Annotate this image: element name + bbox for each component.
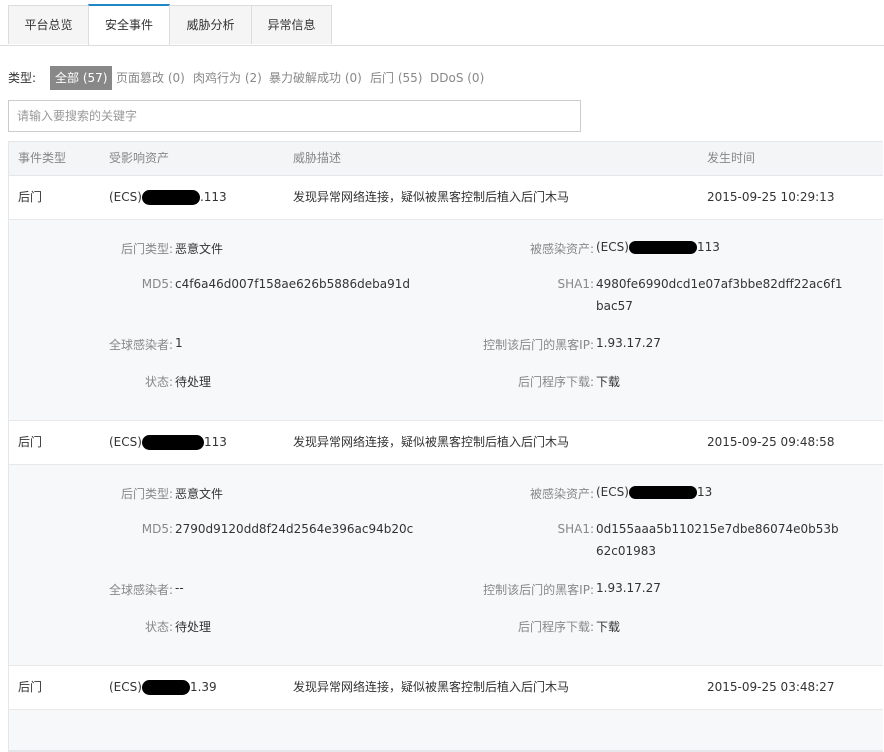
detail-label-md5: MD5:	[141, 522, 173, 536]
detail-label-infected-asset: 被感染资产:	[529, 242, 594, 256]
table-row[interactable]: 后门 (ECS) .113 发现异常网络连接，疑似被黑客控制后植入后门木马 201…	[9, 176, 883, 220]
threat-desc: 发现异常网络连接，疑似被黑客控制后植入后门木马	[293, 421, 569, 464]
detail-global-infected: 1	[175, 336, 183, 350]
detail-status: 待处理	[175, 620, 212, 634]
event-detail: 后门类型: 恶意文件 被感染资产: (ECS) 113 MD5: c4f6a46d…	[9, 220, 883, 421]
threat-desc: 发现异常网络连接，疑似被黑客控制后植入后门木马	[293, 176, 569, 219]
asset-suffix: .113	[199, 190, 227, 204]
detail-label-download: 后门程序下载:	[517, 620, 594, 634]
infected-asset-suffix: 113	[696, 240, 720, 254]
abnormal-connection-link[interactable]: 异常网络连接	[317, 680, 389, 694]
detail-label-hacker-ip: 控制该后门的黑客IP:	[483, 338, 594, 352]
abnormal-connection-link[interactable]: 异常网络连接	[317, 435, 389, 449]
event-time: 2015-09-25 09:48:58	[707, 435, 835, 449]
detail-label-global-infected: 全球感染者:	[108, 338, 173, 352]
detail-label-backdoor-type: 后门类型:	[120, 487, 173, 501]
detail-status: 待处理	[175, 375, 212, 389]
affected-asset: (ECS) .113	[109, 176, 227, 219]
detail-label-backdoor-type: 后门类型:	[120, 242, 173, 256]
detail-backdoor-type: 恶意文件	[175, 487, 224, 501]
desc-pre: 发现	[293, 435, 318, 449]
abnormal-connection-link[interactable]: 异常网络连接	[317, 190, 389, 204]
header-event-type: 事件类型	[18, 151, 67, 165]
event-time: 2015-09-25 10:29:13	[707, 190, 835, 204]
affected-asset: (ECS) 1.39	[109, 666, 217, 709]
desc-post: ，疑似被黑客控制后植入后门木马	[389, 680, 570, 694]
events-table: 事件类型 受影响资产 威胁描述 发生时间 后门 (ECS) .113 发现异常网络…	[8, 141, 883, 752]
infected-asset-suffix: 13	[696, 485, 713, 499]
detail-label-md5: MD5:	[141, 277, 173, 291]
event-detail	[9, 710, 883, 751]
detail-md5: 2790d9120dd8f24d2564e396ac94b20c	[175, 522, 414, 536]
filter-page-tamper[interactable]: 页面篡改 (0)	[116, 66, 185, 90]
detail-backdoor-type: 恶意文件	[175, 242, 224, 256]
detail-global-infected: --	[175, 581, 184, 595]
detail-infected-asset: (ECS) 113	[596, 240, 720, 254]
tab-security-events[interactable]: 安全事件	[88, 4, 170, 45]
desc-pre: 发现	[293, 680, 318, 694]
event-type: 后门	[18, 680, 43, 694]
table-row[interactable]: 后门 (ECS) 113 发现异常网络连接，疑似被黑客控制后植入后门木马 2015…	[9, 421, 883, 465]
detail-infected-asset: (ECS) 13	[596, 485, 712, 499]
detail-label-status: 状态:	[144, 620, 173, 634]
event-type: 后门	[18, 435, 43, 449]
download-link[interactable]: 下载	[596, 373, 620, 390]
tab-threat-analysis[interactable]: 威胁分析	[169, 5, 252, 44]
event-type: 后门	[18, 190, 43, 204]
detail-md5: c4f6a46d007f158ae626b5886deba91d	[175, 277, 411, 291]
event-time: 2015-09-25 03:48:27	[707, 680, 835, 694]
asset-suffix: 1.39	[189, 680, 217, 694]
detail-hacker-ip: 1.93.17.27	[596, 581, 661, 595]
detail-label-global-infected: 全球感染者:	[108, 583, 173, 597]
asset-suffix: 113	[203, 435, 227, 449]
detail-label-status: 状态:	[144, 375, 173, 389]
redaction-mark	[141, 190, 200, 205]
desc-post: ，疑似被黑客控制后植入后门木马	[389, 435, 570, 449]
redaction-mark	[141, 435, 204, 450]
detail-label-download: 后门程序下载:	[517, 375, 594, 389]
filter-zombie[interactable]: 肉鸡行为 (2)	[193, 66, 262, 90]
header-affected-asset: 受影响资产	[109, 151, 170, 165]
detail-label-sha1: SHA1:	[557, 277, 594, 291]
desc-pre: 发现	[293, 190, 318, 204]
redaction-mark	[628, 486, 697, 499]
header-threat-desc: 威胁描述	[293, 151, 342, 165]
asset-prefix: (ECS)	[109, 680, 142, 694]
tab-bar: 平台总览 安全事件 威胁分析 异常信息	[0, 0, 884, 46]
detail-sha1: 0d155aaa5b110215e7dbe86074e0b53b62c01983	[596, 522, 839, 558]
detail-label-hacker-ip: 控制该后门的黑客IP:	[483, 583, 594, 597]
redaction-mark	[628, 241, 697, 254]
asset-prefix: (ECS)	[109, 190, 142, 204]
desc-post: ，疑似被黑客控制后植入后门木马	[389, 190, 570, 204]
filter-all[interactable]: 全部 (57)	[50, 66, 113, 90]
table-row[interactable]: 后门 (ECS) 1.39 发现异常网络连接，疑似被黑客控制后植入后门木马 201…	[9, 666, 883, 710]
threat-desc: 发现异常网络连接，疑似被黑客控制后植入后门木马	[293, 666, 569, 709]
affected-asset: (ECS) 113	[109, 421, 227, 464]
redaction-mark	[141, 680, 190, 695]
detail-label-sha1: SHA1:	[557, 522, 594, 536]
infected-asset-prefix: (ECS)	[596, 240, 629, 254]
asset-prefix: (ECS)	[109, 435, 142, 449]
filter-backdoor[interactable]: 后门 (55)	[370, 66, 422, 90]
filter-brute-force[interactable]: 暴力破解成功 (0)	[269, 66, 362, 90]
infected-asset-prefix: (ECS)	[596, 485, 629, 499]
detail-label-infected-asset: 被感染资产:	[529, 487, 594, 501]
event-detail: 后门类型: 恶意文件 被感染资产: (ECS) 13 MD5: 2790d9120…	[9, 465, 883, 666]
tab-platform-overview[interactable]: 平台总览	[8, 5, 89, 44]
search-input[interactable]	[8, 100, 581, 132]
header-time: 发生时间	[707, 151, 756, 165]
tab-anomaly-info[interactable]: 异常信息	[251, 5, 332, 44]
download-link[interactable]: 下载	[596, 618, 620, 635]
detail-hacker-ip: 1.93.17.27	[596, 336, 661, 350]
table-header: 事件类型 受影响资产 威胁描述 发生时间	[9, 142, 883, 176]
filter-label: 类型:	[8, 71, 37, 85]
detail-sha1: 4980fe6990dcd1e07af3bbe82dff22ac6f1bac57	[596, 277, 843, 313]
filter-ddos[interactable]: DDoS (0)	[430, 66, 484, 90]
